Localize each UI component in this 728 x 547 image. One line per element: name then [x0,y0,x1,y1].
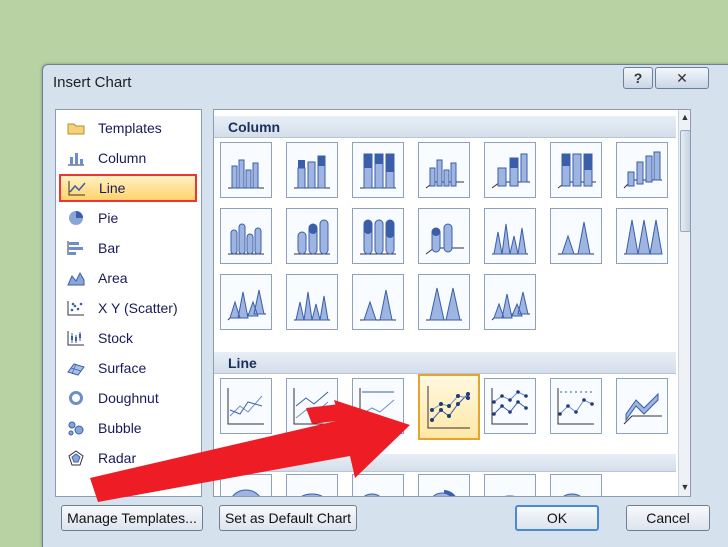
red-pointer-arrow [90,400,410,502]
